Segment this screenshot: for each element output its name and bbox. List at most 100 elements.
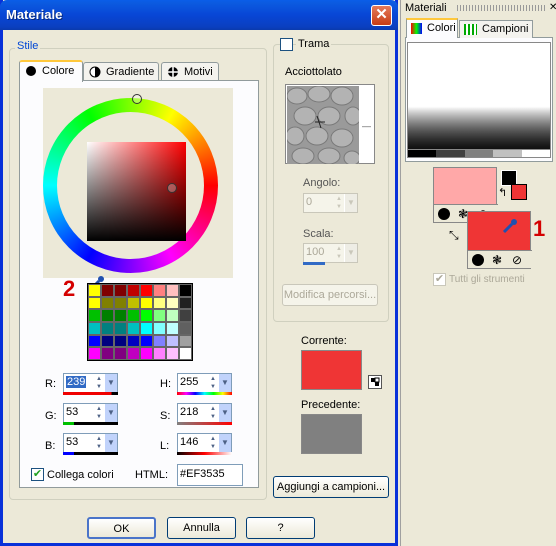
color-swatch[interactable] [153, 334, 166, 348]
color-swatch[interactable] [88, 347, 101, 360]
color-swatch[interactable] [153, 309, 166, 322]
all-tools-checkbox[interactable]: ✔ [433, 273, 446, 286]
ok-button[interactable]: OK [87, 517, 156, 539]
color-swatch[interactable] [140, 322, 153, 335]
palette-grip[interactable] [457, 5, 547, 11]
r-input[interactable]: 239 ▲ ▼ ▼ [63, 373, 118, 393]
chevron-down-icon[interactable]: ▼ [218, 434, 231, 452]
color-swatch[interactable] [166, 347, 179, 360]
tab-colori[interactable]: Colori [406, 18, 458, 38]
chevron-down-icon[interactable]: ▼ [104, 434, 117, 452]
solid-style-icon[interactable] [472, 254, 484, 266]
color-swatch[interactable] [88, 296, 101, 310]
color-swatch[interactable] [127, 309, 140, 322]
color-swatch[interactable] [166, 334, 179, 348]
color-swatch[interactable] [88, 284, 101, 297]
eyedropper-icon[interactable] [502, 218, 518, 237]
hue-marker[interactable] [132, 94, 142, 104]
color-swatch[interactable] [101, 284, 114, 297]
color-swatch[interactable] [153, 284, 166, 297]
saturation-marker[interactable] [167, 183, 177, 193]
chevron-down-icon[interactable]: ▼ [344, 244, 357, 262]
color-swatch[interactable] [179, 309, 192, 322]
chevron-down-icon[interactable]: ▼ [218, 374, 231, 392]
color-swatch[interactable] [179, 347, 192, 360]
color-swatch[interactable] [179, 322, 192, 335]
tab-colore[interactable]: Colore [19, 60, 83, 82]
chevron-down-icon[interactable]: ▼ [104, 404, 117, 422]
mini-background-swatch[interactable] [511, 184, 527, 200]
color-swatch[interactable] [179, 284, 192, 297]
tab-gradiente[interactable]: Gradiente [83, 62, 159, 82]
chevron-down-icon[interactable]: ▼ [104, 374, 117, 392]
color-swatch[interactable] [179, 296, 192, 310]
swap-view-icon[interactable] [368, 375, 382, 389]
add-to-swatches-button[interactable]: Aggiungi a campioni... [273, 476, 389, 498]
chevron-down-icon[interactable]: ▼ [218, 404, 231, 422]
gray-strip[interactable] [407, 150, 551, 158]
color-swatch[interactable] [166, 284, 179, 297]
tab-campioni[interactable]: Campioni [459, 20, 533, 38]
solid-style-icon[interactable] [438, 208, 450, 220]
cancel-button[interactable]: Annulla [167, 517, 236, 539]
color-swatch[interactable] [140, 347, 153, 360]
b-input[interactable]: 53 ▲ ▼ ▼ [63, 433, 118, 453]
color-swatch[interactable] [88, 322, 101, 335]
tab-colore-label: Colore [42, 65, 75, 77]
color-swatch[interactable] [179, 334, 192, 348]
color-swatch[interactable] [114, 322, 127, 335]
palette-close-icon[interactable]: ✕ [549, 2, 556, 13]
color-swatch[interactable] [166, 296, 179, 310]
link-colors-checkbox[interactable]: ✔ [31, 468, 44, 481]
background-swatch[interactable]: ❃ ⊘ [467, 211, 532, 269]
color-swatch[interactable] [114, 347, 127, 360]
color-swatch[interactable] [88, 309, 101, 322]
help-button[interactable]: ? [246, 517, 315, 539]
color-swatch[interactable] [88, 334, 101, 348]
texture-preview-frame[interactable]: — [285, 84, 375, 164]
color-swatch[interactable] [127, 334, 140, 348]
color-swatch[interactable] [114, 334, 127, 348]
g-input[interactable]: 53 ▲ ▼ ▼ [63, 403, 118, 423]
previous-color-swatch[interactable] [301, 414, 362, 454]
texture-style-icon[interactable]: ❃ [492, 253, 502, 267]
color-swatch[interactable] [127, 296, 140, 310]
color-swatch[interactable] [101, 296, 114, 310]
swatch-grid[interactable] [87, 283, 193, 361]
color-swatch[interactable] [166, 322, 179, 335]
s-input[interactable]: 218 ▲ ▼ ▼ [177, 403, 232, 423]
color-swatch[interactable] [127, 322, 140, 335]
color-swatch[interactable] [140, 334, 153, 348]
color-swatch[interactable] [101, 334, 114, 348]
color-swatch[interactable] [114, 284, 127, 297]
title-bar[interactable]: Materiale ✕ [0, 0, 398, 30]
color-swatch[interactable] [153, 347, 166, 360]
angle-input[interactable]: 0 ▲ ▼ ▼ [303, 193, 358, 213]
color-swatch[interactable] [101, 322, 114, 335]
texture-checkbox[interactable] [280, 38, 293, 51]
color-swatch[interactable] [127, 284, 140, 297]
tab-motivi[interactable]: Motivi [161, 62, 219, 82]
color-swatch[interactable] [140, 284, 153, 297]
color-spectrum[interactable] [407, 42, 551, 150]
chevron-down-icon[interactable]: ▼ [344, 194, 357, 212]
no-fill-icon[interactable]: ⊘ [512, 253, 522, 267]
color-swatch[interactable] [140, 309, 153, 322]
edit-paths-button[interactable]: Modifica percorsi... [282, 284, 378, 306]
color-swatch[interactable] [114, 309, 127, 322]
color-swatch[interactable] [153, 322, 166, 335]
color-swatch[interactable] [114, 296, 127, 310]
swap-arrow-icon[interactable]: ⤡ [449, 228, 459, 243]
scale-input[interactable]: 100 ▲ ▼ ▼ [303, 243, 358, 263]
color-swatch[interactable] [166, 309, 179, 322]
color-swatch[interactable] [101, 347, 114, 360]
color-swatch[interactable] [101, 309, 114, 322]
h-input[interactable]: 255 ▲ ▼ ▼ [177, 373, 232, 393]
l-input[interactable]: 146 ▲ ▼ ▼ [177, 433, 232, 453]
color-swatch[interactable] [127, 347, 140, 360]
color-swatch[interactable] [153, 296, 166, 310]
html-input[interactable]: #EF3535 [177, 464, 243, 486]
swap-arrow-icon[interactable]: ↰ [498, 186, 507, 199]
close-button[interactable]: ✕ [371, 5, 392, 26]
color-swatch[interactable] [140, 296, 153, 310]
